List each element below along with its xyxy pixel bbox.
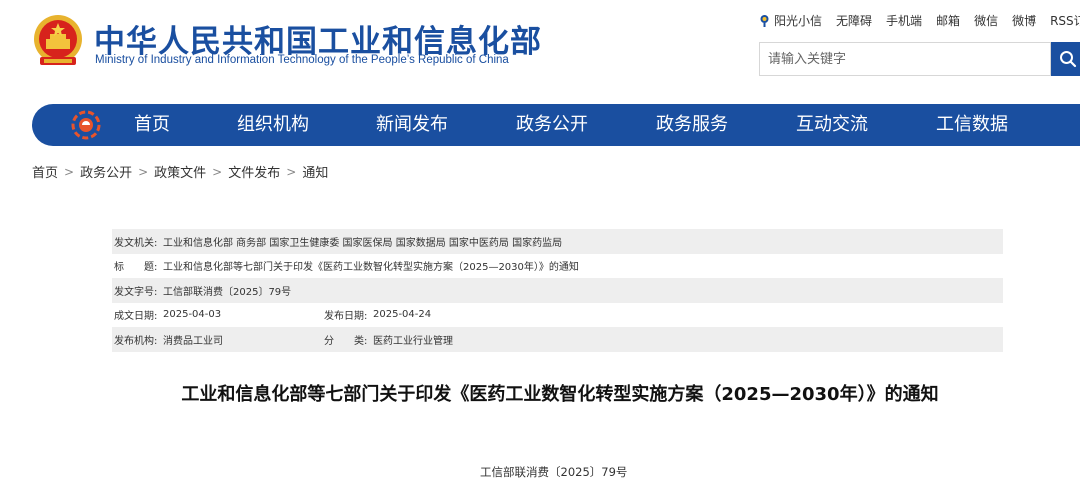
- meta-cell-category: 分 类: 医药工业行业管理: [322, 332, 453, 347]
- site-subtitle: Ministry of Industry and Information Tec…: [95, 54, 509, 66]
- site-header: 中华人民共和国工业和信息化部 Ministry of Industry and …: [0, 0, 1080, 96]
- meta-row-docno: 发文字号: 工信部联消费〔2025〕79号: [112, 278, 1003, 303]
- meta-label: 标 题:: [114, 262, 158, 274]
- document-title: 工业和信息化部等七部门关于印发《医药工业数智化转型实施方案（2025—2030年…: [181, 384, 939, 405]
- top-link-rss[interactable]: RSS订阅: [1050, 12, 1080, 29]
- meta-value: 医药工业行业管理: [373, 335, 453, 347]
- nav-item-government-affairs[interactable]: 政务公开: [516, 104, 588, 146]
- breadcrumb-separator-icon: >: [286, 164, 297, 179]
- nav-item-news[interactable]: 新闻发布: [376, 104, 448, 146]
- nav-item-services[interactable]: 政务服务: [656, 104, 728, 146]
- meta-value: 工业和信息化部等七部门关于印发《医药工业数智化转型实施方案（2025—2030年…: [163, 262, 579, 274]
- meta-value: 2025-04-24: [373, 309, 432, 321]
- top-link-sunshine[interactable]: 阳光小信: [758, 12, 822, 29]
- top-link-mail[interactable]: 邮箱: [936, 12, 960, 29]
- top-links: 阳光小信 无障碍 手机端 邮箱 微信 微博 RSS订阅: [758, 12, 1080, 29]
- meta-cell-created: 成文日期: 2025-04-03: [112, 307, 322, 322]
- meta-label: 发文字号:: [114, 286, 158, 298]
- search-icon: [1060, 51, 1077, 68]
- meta-cell-published: 发布日期: 2025-04-24: [322, 307, 431, 322]
- nav-item-organization[interactable]: 组织机构: [237, 104, 309, 146]
- search-button[interactable]: [1051, 42, 1080, 76]
- sunshine-icon: [760, 14, 769, 27]
- top-link-accessibility[interactable]: 无障碍: [836, 12, 872, 29]
- meta-label: 分 类:: [324, 335, 368, 347]
- meta-value: 消费品工业司: [163, 335, 223, 347]
- meta-label: 发布日期:: [324, 311, 368, 323]
- meta-row-title: 标 题: 工业和信息化部等七部门关于印发《医药工业数智化转型实施方案（2025—…: [112, 254, 1003, 279]
- meta-value: 工信部联消费〔2025〕79号: [163, 286, 292, 298]
- meta-label: 成文日期:: [114, 311, 158, 323]
- national-emblem-icon: [34, 15, 82, 65]
- breadcrumb-separator-icon: >: [212, 164, 223, 179]
- main-nav: 首页 组织机构 新闻发布 政务公开 政务服务 互动交流 工信数据: [32, 104, 1080, 146]
- miit-logo-icon: [71, 110, 101, 140]
- meta-label: 发布机构:: [114, 335, 158, 347]
- breadcrumb-government-affairs[interactable]: 政务公开: [80, 162, 132, 181]
- breadcrumb-file-release[interactable]: 文件发布: [228, 162, 280, 181]
- breadcrumb-notice: 通知: [302, 166, 329, 181]
- top-link-weibo[interactable]: 微博: [1012, 12, 1036, 29]
- top-link-label: 阳光小信: [774, 14, 823, 28]
- meta-label: 发文机关:: [114, 237, 158, 249]
- breadcrumb-separator-icon: >: [138, 164, 149, 179]
- meta-value: 工业和信息化部 商务部 国家卫生健康委 国家医保局 国家数据局 国家中医药局 国…: [163, 237, 563, 249]
- breadcrumb-home[interactable]: 首页: [32, 162, 58, 181]
- search-input[interactable]: [760, 43, 1050, 75]
- nav-item-interaction[interactable]: 互动交流: [796, 104, 868, 146]
- meta-row-issuer: 发文机关: 工业和信息化部 商务部 国家卫生健康委 国家医保局 国家数据局 国家…: [112, 229, 1003, 254]
- meta-value: 2025-04-03: [163, 309, 222, 321]
- meta-row-dates: 成文日期: 2025-04-03 发布日期: 2025-04-24: [112, 303, 1003, 328]
- top-link-wechat[interactable]: 微信: [974, 12, 998, 29]
- breadcrumb-separator-icon: >: [64, 164, 75, 179]
- document-metadata: 发文机关: 工业和信息化部 商务部 国家卫生健康委 国家医保局 国家数据局 国家…: [112, 229, 1003, 352]
- search-box: [759, 42, 1051, 76]
- top-link-mobile[interactable]: 手机端: [886, 12, 922, 29]
- breadcrumb: 首页 > 政务公开 > 政策文件 > 文件发布 > 通知: [32, 162, 329, 182]
- nav-item-home[interactable]: 首页: [134, 104, 170, 146]
- meta-row-agency: 发布机构: 消费品工业司 分 类: 医药工业行业管理: [112, 327, 1003, 352]
- document-number: 工信部联消费〔2025〕79号: [480, 465, 628, 479]
- nav-item-data[interactable]: 工信数据: [936, 104, 1008, 146]
- meta-cell-agency: 发布机构: 消费品工业司: [112, 332, 322, 347]
- breadcrumb-policy-files[interactable]: 政策文件: [154, 162, 206, 181]
